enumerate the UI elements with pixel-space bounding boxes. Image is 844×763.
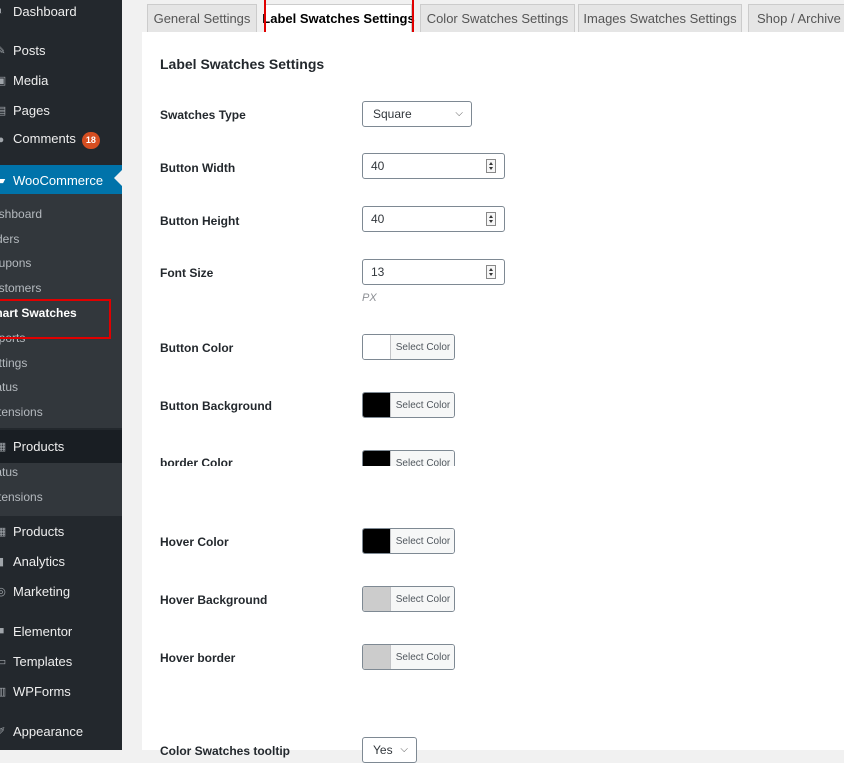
- submenu-settings[interactable]: ettings: [0, 356, 27, 370]
- tooltip-value: Yes: [373, 743, 393, 757]
- color-swatch: [363, 587, 390, 611]
- swatches-type-select[interactable]: Square ⌵: [362, 101, 472, 127]
- color-swatch: [363, 451, 390, 466]
- settings-tabs: General Settings Label Swatches Settings…: [122, 0, 844, 32]
- color-swatch: [363, 645, 390, 669]
- select-color-label: Select Color: [390, 529, 454, 553]
- button-width-input[interactable]: 40: [362, 153, 505, 179]
- border-color-picker[interactable]: Select Color: [362, 450, 455, 466]
- button-height-input[interactable]: 40: [362, 206, 505, 232]
- templates-icon: ▭: [0, 655, 7, 668]
- font-size-unit: PX: [362, 292, 377, 304]
- submenu-status[interactable]: tatus: [0, 380, 18, 394]
- hover-background-picker[interactable]: Select Color: [362, 586, 455, 612]
- button-background-label: Button Background: [160, 399, 272, 413]
- menu-marketing[interactable]: ◎ Marketing: [0, 577, 122, 605]
- submenu-orders[interactable]: rders: [0, 232, 19, 246]
- appearance-icon: ✐: [0, 725, 6, 738]
- color-swatch: [363, 529, 390, 553]
- button-color-picker[interactable]: Select Color: [362, 334, 455, 360]
- font-size-input[interactable]: 13: [362, 259, 505, 285]
- media-icon: ▣: [0, 74, 7, 87]
- elementor-icon: ■: [0, 625, 5, 637]
- font-size-value: 13: [371, 265, 385, 279]
- clipped-row: border Color Select Color: [142, 446, 844, 466]
- select-color-label: Select Color: [390, 645, 454, 669]
- woocommerce-icon: ▰: [0, 174, 6, 187]
- color-swatch: [363, 335, 390, 359]
- tab-images-swatches-settings[interactable]: Images Swatches Settings: [578, 4, 742, 32]
- border-color-label: border Color: [160, 456, 233, 466]
- menu-comments[interactable]: ● Comments 18: [0, 126, 122, 154]
- button-width-label: Button Width: [160, 161, 236, 175]
- hover-border-picker[interactable]: Select Color: [362, 644, 455, 670]
- comments-label: Comments: [13, 131, 76, 146]
- menu-appearance[interactable]: ✐ Appearance: [0, 717, 122, 745]
- hover-color-label: Hover Color: [160, 535, 229, 549]
- settings-panel: Label Swatches Settings Swatches Type Sq…: [142, 32, 844, 763]
- tab-shop-archive[interactable]: Shop / Archive: [748, 4, 844, 32]
- select-color-label: Select Color: [390, 393, 454, 417]
- spinner-icon[interactable]: [486, 212, 496, 226]
- pin-icon: ✎: [0, 44, 6, 57]
- admin-sidebar: ◐ Dashboard ✎ Posts ▣ Media ▤ Pages ● Co…: [0, 0, 122, 750]
- tooltip-label: Color Swatches tooltip: [160, 744, 291, 758]
- hover-border-label: Hover border: [160, 651, 236, 665]
- menu-products[interactable]: ▦ Products: [0, 432, 122, 460]
- chevron-down-icon: ⌵: [455, 108, 463, 119]
- hover-color-picker[interactable]: Select Color: [362, 528, 455, 554]
- marketing-icon: ◎: [0, 585, 6, 598]
- menu-templates[interactable]: ▭ Templates: [0, 647, 122, 675]
- button-height-label: Button Height: [160, 214, 240, 228]
- page-icon: ▤: [0, 104, 7, 117]
- tab-general-settings[interactable]: General Settings: [147, 4, 257, 32]
- submenu-extensions[interactable]: xtensions: [0, 405, 43, 419]
- swatches-type-value: Square: [373, 107, 412, 121]
- smart-swatches-highlight: [0, 299, 111, 339]
- products-icon: ▦: [0, 440, 7, 453]
- comment-count-badge: 18: [81, 132, 100, 149]
- select-color-label: Select Color: [390, 335, 454, 359]
- menu-elementor[interactable]: ■ Elementor: [0, 617, 122, 645]
- analytics-icon: ▮: [0, 555, 5, 568]
- tooltip-select[interactable]: Yes ⌵: [362, 737, 417, 763]
- spinner-icon[interactable]: [486, 159, 496, 173]
- menu-dashboard[interactable]: ◐ Dashboard: [0, 0, 122, 25]
- button-color-label: Button Color: [160, 341, 234, 355]
- comment-icon: ●: [0, 134, 5, 146]
- tab-color-swatches-settings[interactable]: Color Swatches Settings: [420, 4, 575, 32]
- hover-background-label: Hover Background: [160, 593, 268, 607]
- menu-analytics[interactable]: ▮ Analytics: [0, 547, 122, 575]
- menu-woocommerce[interactable]: ▰ WooCommerce: [0, 165, 122, 195]
- menu-wpforms[interactable]: ▥ WPForms: [0, 677, 122, 705]
- menu-posts[interactable]: ✎ Posts: [0, 36, 122, 64]
- dashboard-icon: ◐: [0, 5, 5, 17]
- button-height-value: 40: [371, 212, 385, 226]
- menu-pages[interactable]: ▤ Pages: [0, 96, 122, 124]
- color-swatch: [363, 393, 390, 417]
- menu-products-2[interactable]: ▦ Products: [0, 517, 122, 545]
- submenu-dashboard[interactable]: ashboard: [0, 207, 42, 221]
- spinner-icon[interactable]: [486, 265, 496, 279]
- products-icon: ▦: [0, 525, 7, 538]
- swatches-type-label: Swatches Type: [160, 108, 246, 122]
- menu-media[interactable]: ▣ Media: [0, 66, 122, 94]
- select-color-label: Select Color: [390, 451, 454, 466]
- products-submenu-extensions[interactable]: xtensions: [0, 490, 43, 504]
- button-width-value: 40: [371, 159, 385, 173]
- panel-title: Label Swatches Settings: [160, 56, 325, 72]
- select-color-label: Select Color: [390, 587, 454, 611]
- button-background-picker[interactable]: Select Color: [362, 392, 455, 418]
- products-submenu-status[interactable]: tatus: [0, 465, 18, 479]
- active-menu-arrow: [114, 170, 122, 186]
- submenu-customers[interactable]: ustomers: [0, 281, 41, 295]
- font-size-label: Font Size: [160, 266, 214, 280]
- wpforms-icon: ▥: [0, 685, 7, 698]
- submenu-coupons[interactable]: oupons: [0, 256, 31, 270]
